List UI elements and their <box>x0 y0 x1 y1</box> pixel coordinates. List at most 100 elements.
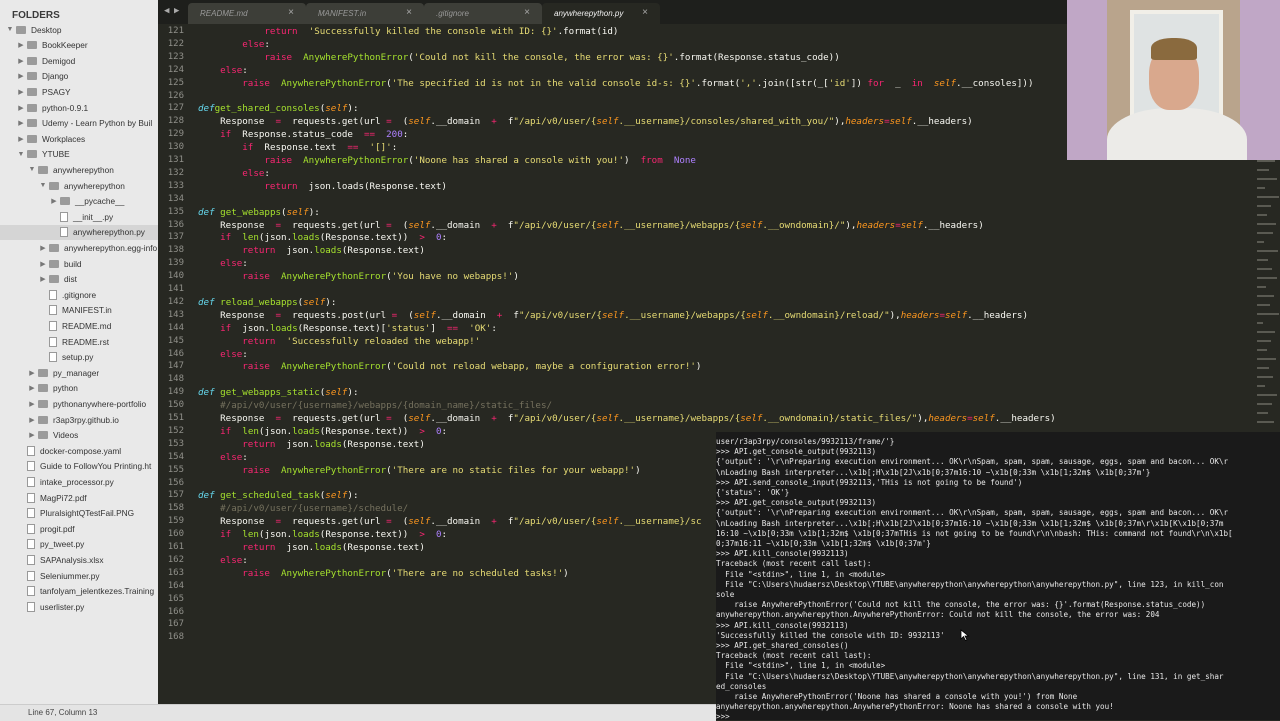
sidebar-file[interactable]: .gitignore <box>0 287 158 302</box>
code-line[interactable]: Response = requests.get(url = (self.__do… <box>198 115 973 128</box>
chevron-right-icon[interactable]: ▶ <box>17 41 25 49</box>
code-line[interactable]: else: <box>198 554 248 567</box>
sidebar-folder[interactable]: ▼ YTUBE <box>0 147 158 162</box>
sidebar-file[interactable]: PluralsightQTestFail.PNG <box>0 506 158 521</box>
code-line[interactable]: else: <box>198 64 248 77</box>
code-line[interactable]: if Response.text == '[]': <box>198 141 397 154</box>
sidebar-folder[interactable]: ▶ Demigod <box>0 53 158 68</box>
sidebar-folder[interactable]: ▶ __pycache__ <box>0 194 158 209</box>
code-line[interactable]: else: <box>198 167 270 180</box>
chevron-down-icon[interactable]: ▼ <box>6 26 14 33</box>
code-line[interactable]: raise AnywherePythonError('You have no w… <box>198 270 519 283</box>
sidebar-file[interactable]: Seleniummer.py <box>0 568 158 583</box>
chevron-right-icon[interactable]: ▶ <box>28 384 36 392</box>
code-line[interactable]: if Response.status_code == 200: <box>198 128 408 141</box>
tab-3[interactable]: .gitignore × <box>424 3 542 24</box>
chevron-right-icon[interactable]: ▶ <box>39 244 47 252</box>
code-line[interactable]: Response = requests.get(url = (self.__do… <box>198 219 984 232</box>
sidebar-file[interactable]: intake_processor.py <box>0 474 158 489</box>
chevron-right-icon[interactable]: ▶ <box>17 72 25 80</box>
chevron-down-icon[interactable]: ▼ <box>28 166 36 173</box>
chevron-down-icon[interactable]: ▼ <box>17 151 25 158</box>
close-icon[interactable]: × <box>524 7 530 18</box>
chevron-right-icon[interactable]: ▶ <box>28 431 36 439</box>
sidebar-folder[interactable]: ▶ Django <box>0 69 158 84</box>
code-line[interactable]: raise AnywherePythonError('There are no … <box>198 567 568 580</box>
sidebar-folder[interactable]: ▼ Desktop <box>0 22 158 37</box>
sidebar-file[interactable]: README.rst <box>0 334 158 349</box>
sidebar-folder[interactable]: ▼ anywherepython <box>0 178 158 193</box>
code-line[interactable]: #/api/v0/user/{username}/webapps/{domain… <box>198 399 552 412</box>
sidebar-file[interactable]: anywherepython.py <box>0 224 158 240</box>
code-line[interactable]: return json.loads(Response.text) <box>198 180 447 193</box>
code-line[interactable]: def get_webapps_static(self): <box>198 386 359 399</box>
code-line[interactable]: Response = requests.get(url = (self.__do… <box>198 515 701 528</box>
chevron-right-icon[interactable]: ▶ <box>50 197 58 205</box>
sidebar-folder[interactable]: ▶ python <box>0 381 158 396</box>
chevron-right-icon[interactable]: ▶ <box>17 104 25 112</box>
code-line[interactable]: raise AnywherePythonError('The specified… <box>198 77 1033 90</box>
sidebar-file[interactable]: __init__.py <box>0 209 158 224</box>
sidebar-folder[interactable]: ▶ Videos <box>0 428 158 443</box>
code-line[interactable]: def get_webapps(self): <box>198 206 320 219</box>
sidebar-folder[interactable]: ▶ anywherepython.egg-info <box>0 240 158 255</box>
code-line[interactable]: def reload_webapps(self): <box>198 296 336 309</box>
chevron-right-icon[interactable]: ▶ <box>17 57 25 65</box>
minimap[interactable] <box>1255 160 1280 440</box>
sidebar-folder[interactable]: ▶ build <box>0 256 158 271</box>
tab-1[interactable]: README.md × <box>188 3 306 24</box>
sidebar-file[interactable]: README.md <box>0 318 158 333</box>
sidebar-file[interactable]: MagPi72.pdf <box>0 490 158 505</box>
sidebar-folder[interactable]: ▶ pythonanywhere-portfolio <box>0 396 158 411</box>
tab-prev-icon[interactable]: ◀ <box>164 6 169 16</box>
code-line[interactable]: return 'Successfully killed the console … <box>198 25 618 38</box>
code-line[interactable]: return json.loads(Response.text) <box>198 244 425 257</box>
close-icon[interactable]: × <box>406 7 412 18</box>
sidebar-folder[interactable]: ▶ r3ap3rpy.github.io <box>0 412 158 427</box>
python-console[interactable]: user/r3ap3rpy/consoles/9932113/frame/'} >… <box>716 432 1280 720</box>
code-line[interactable]: return json.loads(Response.text) <box>198 541 425 554</box>
code-line[interactable]: raise AnywherePythonError('Noone has sha… <box>198 154 696 167</box>
code-line[interactable]: raise AnywherePythonError('Could not rel… <box>198 360 701 373</box>
chevron-right-icon[interactable]: ▶ <box>39 275 47 283</box>
code-line[interactable]: else: <box>198 451 248 464</box>
tab-next-icon[interactable]: ▶ <box>174 6 179 16</box>
code-line[interactable]: else: <box>198 257 248 270</box>
chevron-right-icon[interactable]: ▶ <box>28 369 36 377</box>
code-line[interactable]: if len(json.loads(Response.text)) > 0: <box>198 231 447 244</box>
tab-2[interactable]: MANIFEST.in × <box>306 3 424 24</box>
sidebar-file[interactable]: MANIFEST.in <box>0 303 158 318</box>
code-line[interactable]: #/api/v0/user/{username}/schedule/ <box>198 502 408 515</box>
code-line[interactable]: defget_shared_consoles(self): <box>198 102 358 115</box>
sidebar-folder[interactable]: ▶ python-0.9.1 <box>0 100 158 115</box>
code-line[interactable]: else: <box>198 38 270 51</box>
sidebar-folder[interactable]: ▶ Workplaces <box>0 131 158 146</box>
sidebar-folder[interactable]: ▶ py_manager <box>0 365 158 380</box>
code-line[interactable]: if json.loads(Response.text)['status'] =… <box>198 322 497 335</box>
sidebar-file[interactable]: SAPAnalysis.xlsx <box>0 552 158 567</box>
chevron-right-icon[interactable]: ▶ <box>39 260 47 268</box>
sidebar-file[interactable]: Guide to FollowYou Printing.ht <box>0 459 158 474</box>
code-line[interactable]: if len(json.loads(Response.text)) > 0: <box>198 528 447 541</box>
tab-4[interactable]: anywherepython.py × <box>542 3 660 24</box>
chevron-right-icon[interactable]: ▶ <box>28 416 36 424</box>
sidebar-file[interactable]: docker-compose.yaml <box>0 443 158 458</box>
code-line[interactable]: raise AnywherePythonError('Could not kil… <box>198 51 839 64</box>
close-icon[interactable]: × <box>642 7 648 18</box>
sidebar-file[interactable]: userlister.py <box>0 599 158 614</box>
sidebar-file[interactable]: py_tweet.py <box>0 537 158 552</box>
chevron-right-icon[interactable]: ▶ <box>28 400 36 408</box>
code-line[interactable]: Response = requests.get(url = (self.__do… <box>198 412 1056 425</box>
sidebar-folder[interactable]: ▶ BookKeeper <box>0 38 158 53</box>
code-line[interactable]: def get_scheduled_task(self): <box>198 489 359 502</box>
sidebar-file[interactable]: progit.pdf <box>0 521 158 536</box>
code-line[interactable]: if len(json.loads(Response.text)) > 0: <box>198 425 447 438</box>
close-icon[interactable]: × <box>288 7 294 18</box>
code-line[interactable]: raise AnywherePythonError('There are no … <box>198 464 640 477</box>
chevron-right-icon[interactable]: ▶ <box>17 119 25 127</box>
sidebar-folder[interactable]: ▶ dist <box>0 272 158 287</box>
code-line[interactable]: return json.loads(Response.text) <box>198 438 425 451</box>
sidebar-file[interactable]: setup.py <box>0 350 158 365</box>
chevron-right-icon[interactable]: ▶ <box>17 135 25 143</box>
sidebar-folder[interactable]: ▶ Udemy - Learn Python by Buil <box>0 116 158 131</box>
